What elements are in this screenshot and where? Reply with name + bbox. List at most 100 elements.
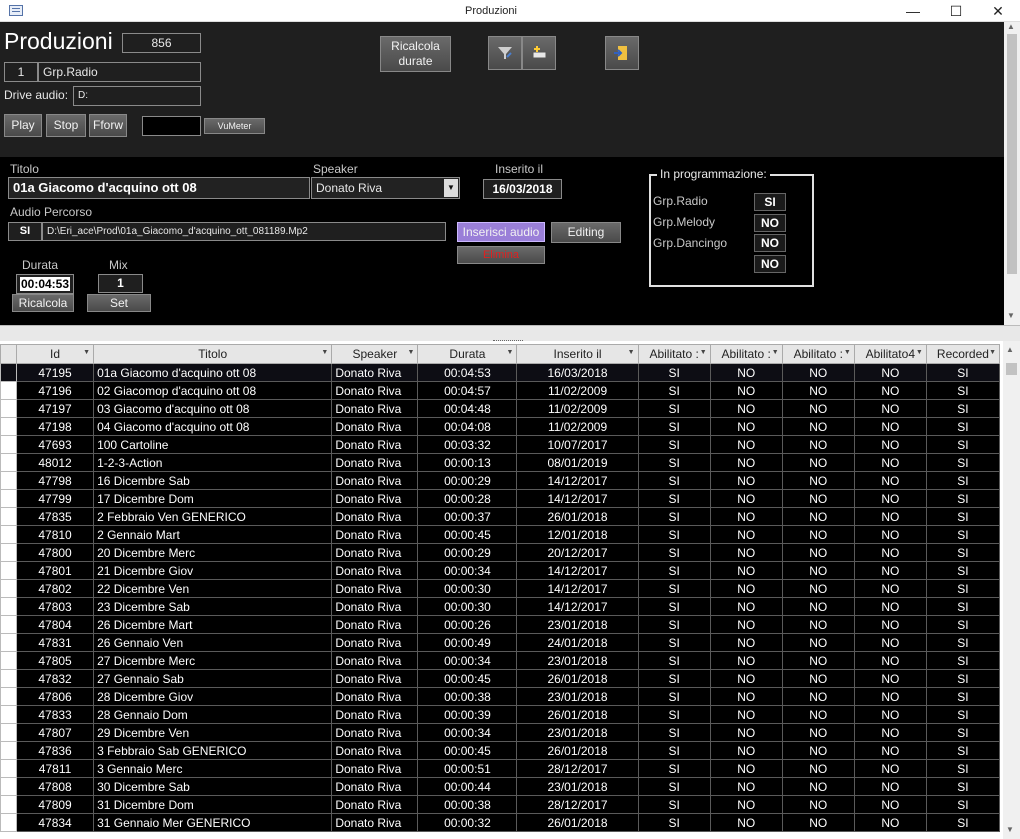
table-row[interactable]: 47799 17 Dicembre Dom Donato Riva 00:00:28 1… bbox=[0, 489, 1001, 508]
table-cell[interactable]: 23/01/2018 bbox=[516, 615, 639, 634]
table-cell[interactable]: NO bbox=[709, 471, 783, 490]
table-row[interactable]: 47197 03 Giacomo d'acquino ott 08 Donato R… bbox=[0, 399, 1001, 418]
table-cell[interactable]: SI bbox=[925, 579, 1001, 598]
table-cell[interactable]: NO bbox=[709, 417, 783, 436]
table-cell[interactable]: SI bbox=[925, 813, 1001, 832]
table-cell[interactable]: 47834 bbox=[16, 813, 95, 832]
table-cell[interactable]: 23/01/2018 bbox=[516, 723, 639, 742]
editing-button[interactable]: Editing bbox=[551, 222, 621, 243]
table-cell[interactable]: NO bbox=[853, 687, 927, 706]
table-cell[interactable]: NO bbox=[781, 615, 855, 634]
table-cell[interactable]: 00:00:37 bbox=[417, 507, 518, 526]
table-cell[interactable]: NO bbox=[853, 453, 927, 472]
column-header[interactable]: Abilitato : ▼ bbox=[709, 344, 783, 364]
column-header[interactable]: Durata ▼ bbox=[417, 344, 518, 364]
column-header[interactable]: Speaker ▼ bbox=[331, 344, 419, 364]
table-cell[interactable]: 00:00:28 bbox=[417, 489, 518, 508]
table-cell[interactable]: 23/01/2018 bbox=[516, 651, 639, 670]
table-cell[interactable]: Donato Riva bbox=[331, 651, 419, 670]
table-cell[interactable]: 3 Gennaio Merc bbox=[93, 759, 333, 778]
row-selector[interactable] bbox=[0, 723, 18, 742]
table-cell[interactable]: SI bbox=[637, 507, 711, 526]
table-cell[interactable]: 20 Dicembre Merc bbox=[93, 543, 333, 562]
table-cell[interactable]: NO bbox=[709, 453, 783, 472]
table-cell[interactable]: NO bbox=[781, 705, 855, 724]
table-cell[interactable]: NO bbox=[781, 633, 855, 652]
table-cell[interactable]: NO bbox=[709, 777, 783, 796]
table-row[interactable]: 47798 16 Dicembre Sab Donato Riva 00:00:29 1… bbox=[0, 471, 1001, 490]
table-cell[interactable]: 24/01/2018 bbox=[516, 633, 639, 652]
table-cell[interactable]: SI bbox=[925, 633, 1001, 652]
column-header[interactable]: Abilitato : ▼ bbox=[637, 344, 711, 364]
table-cell[interactable]: 23/01/2018 bbox=[516, 687, 639, 706]
table-row[interactable]: 47809 31 Dicembre Dom Donato Riva 00:00:38 2… bbox=[0, 795, 1001, 814]
table-cell[interactable]: NO bbox=[781, 669, 855, 688]
stop-button[interactable]: Stop bbox=[46, 114, 86, 137]
table-cell[interactable]: Donato Riva bbox=[331, 381, 419, 400]
table-cell[interactable]: NO bbox=[853, 363, 927, 382]
table-cell[interactable]: SI bbox=[637, 795, 711, 814]
row-selector[interactable] bbox=[0, 525, 18, 544]
filter-button[interactable] bbox=[488, 36, 522, 70]
table-cell[interactable]: NO bbox=[709, 795, 783, 814]
chevron-down-icon[interactable]: ▼ bbox=[444, 179, 458, 197]
table-cell[interactable]: 08/01/2019 bbox=[516, 453, 639, 472]
table-cell[interactable]: NO bbox=[709, 813, 783, 832]
row-selector[interactable] bbox=[0, 417, 18, 436]
titolo-field[interactable]: 01a Giacomo d'acquino ott 08 bbox=[8, 177, 310, 199]
new-record-button[interactable] bbox=[522, 36, 556, 70]
maximize-button[interactable]: ☐ bbox=[941, 2, 971, 20]
column-header[interactable]: Id ▼ bbox=[16, 344, 95, 364]
table-cell[interactable]: NO bbox=[781, 579, 855, 598]
table-cell[interactable]: Donato Riva bbox=[331, 363, 419, 382]
table-cell[interactable]: SI bbox=[637, 453, 711, 472]
table-cell[interactable]: NO bbox=[853, 723, 927, 742]
table-cell[interactable]: 00:00:30 bbox=[417, 597, 518, 616]
table-cell[interactable]: 11/02/2009 bbox=[516, 399, 639, 418]
table-cell[interactable]: 26/01/2018 bbox=[516, 507, 639, 526]
scroll-up-icon[interactable]: ▲ bbox=[1006, 345, 1014, 354]
table-cell[interactable]: SI bbox=[925, 453, 1001, 472]
table-row[interactable]: 47802 22 Dicembre Ven Donato Riva 00:00:30 1… bbox=[0, 579, 1001, 598]
table-cell[interactable]: NO bbox=[853, 777, 927, 796]
table-cell[interactable]: NO bbox=[709, 489, 783, 508]
table-cell[interactable]: 47802 bbox=[16, 579, 95, 598]
table-cell[interactable]: 47836 bbox=[16, 741, 95, 760]
table-cell[interactable]: Donato Riva bbox=[331, 723, 419, 742]
table-cell[interactable]: 00:00:38 bbox=[417, 795, 518, 814]
row-selector[interactable] bbox=[0, 381, 18, 400]
speaker-select[interactable]: Donato Riva ▼ bbox=[311, 177, 460, 199]
row-selector[interactable] bbox=[0, 363, 18, 382]
table-cell[interactable]: 23 Dicembre Sab bbox=[93, 597, 333, 616]
table-cell[interactable]: SI bbox=[925, 795, 1001, 814]
table-cell[interactable]: NO bbox=[781, 795, 855, 814]
prog-value-0[interactable]: SI bbox=[754, 193, 786, 211]
table-cell[interactable]: NO bbox=[709, 435, 783, 454]
table-cell[interactable]: 11/02/2009 bbox=[516, 417, 639, 436]
table-cell[interactable]: 47798 bbox=[16, 471, 95, 490]
table-cell[interactable]: SI bbox=[925, 615, 1001, 634]
table-cell[interactable]: SI bbox=[925, 597, 1001, 616]
table-cell[interactable]: NO bbox=[709, 507, 783, 526]
table-cell[interactable]: 47833 bbox=[16, 705, 95, 724]
set-button[interactable]: Set bbox=[87, 294, 151, 312]
table-cell[interactable]: NO bbox=[853, 597, 927, 616]
mix-field[interactable]: 1 bbox=[98, 274, 143, 293]
row-selector[interactable] bbox=[0, 543, 18, 562]
table-row[interactable]: 47832 27 Gennaio Sab Donato Riva 00:00:45 26… bbox=[0, 669, 1001, 688]
table-cell[interactable]: SI bbox=[637, 687, 711, 706]
table-cell[interactable]: NO bbox=[709, 669, 783, 688]
table-row[interactable]: 47807 29 Dicembre Ven Donato Riva 00:00:34 2… bbox=[0, 723, 1001, 742]
table-cell[interactable]: 04 Giacomo d'acquino ott 08 bbox=[93, 417, 333, 436]
table-cell[interactable]: Donato Riva bbox=[331, 597, 419, 616]
table-cell[interactable]: NO bbox=[853, 579, 927, 598]
table-cell[interactable]: 47195 bbox=[16, 363, 95, 382]
table-cell[interactable]: 00:00:29 bbox=[417, 543, 518, 562]
inserisci-audio-button[interactable]: Inserisci audio bbox=[457, 222, 545, 242]
table-cell[interactable]: 47198 bbox=[16, 417, 95, 436]
table-cell[interactable]: 47693 bbox=[16, 435, 95, 454]
table-cell[interactable]: SI bbox=[637, 813, 711, 832]
row-selector[interactable] bbox=[0, 813, 18, 832]
table-cell[interactable]: Donato Riva bbox=[331, 813, 419, 832]
grid-scrollbar[interactable]: ▲ ▼ bbox=[1003, 341, 1020, 839]
